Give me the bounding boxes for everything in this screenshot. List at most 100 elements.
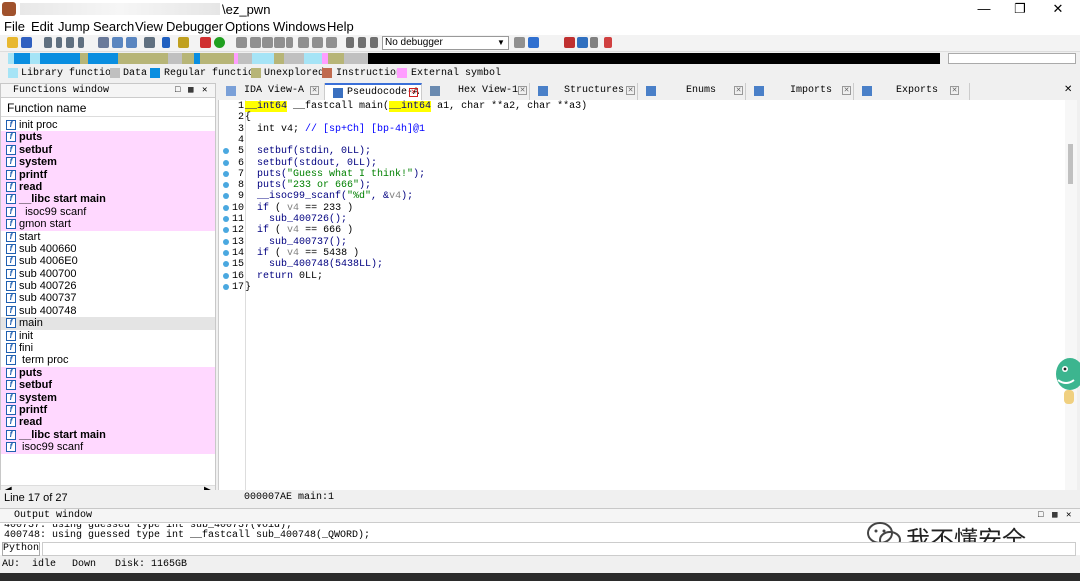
chart-icon[interactable] — [564, 37, 575, 48]
function-list-item[interactable]: f system — [1, 391, 215, 404]
close-icon[interactable]: ✕ — [202, 84, 207, 97]
function-list-item[interactable]: f sub 400660 — [1, 243, 215, 255]
code-line[interactable]: 6 setbuf(stdout, 0LL); — [219, 158, 1069, 169]
tab-close-icon[interactable]: ✕ — [310, 86, 319, 95]
run-to-icon[interactable] — [298, 37, 309, 48]
step-into-icon[interactable] — [250, 37, 261, 48]
tab-close-icon[interactable]: ✕ — [842, 86, 851, 95]
tab-imports[interactable]: Imports ✕ — [746, 83, 854, 100]
vertical-scrollbar[interactable] — [1065, 100, 1077, 490]
attach-icon[interactable] — [514, 37, 525, 48]
pin-icon[interactable]: ▦ — [1052, 509, 1057, 522]
code-line[interactable]: 8 puts("233 or 666"); — [219, 180, 1069, 191]
close-button[interactable]: ✕ — [1040, 0, 1076, 19]
step-over-icon[interactable] — [262, 37, 273, 48]
code-line[interactable]: 4 — [219, 135, 1069, 146]
code-line[interactable]: 3 int v4; // [sp+Ch] [bp-4h]@1 — [219, 124, 1069, 135]
tab-close-icon[interactable]: ✕ — [626, 86, 635, 95]
stop-icon[interactable] — [370, 37, 378, 48]
pin-icon[interactable]: ▦ — [188, 84, 193, 97]
function-list-item[interactable]: f read — [1, 416, 215, 429]
function-list-item[interactable]: f sub 4006E0 — [1, 255, 215, 267]
pin-icon[interactable] — [604, 37, 612, 48]
back-dropdown-icon[interactable] — [56, 37, 62, 48]
function-list-item[interactable]: f isoc99 scanf — [1, 441, 215, 454]
code-line[interactable]: 11 sub_400726(); — [219, 214, 1069, 225]
function-list-item[interactable]: f setbuf — [1, 143, 215, 157]
menu-edit[interactable]: Edit — [31, 19, 53, 34]
function-list-item[interactable]: f init — [1, 330, 215, 342]
menu-debugger[interactable]: Debugger — [166, 19, 223, 34]
function-list-item[interactable]: f printf — [1, 403, 215, 417]
function-list-item[interactable]: f __libc start main — [1, 193, 215, 206]
menu-search[interactable]: Search — [93, 19, 134, 34]
code-line[interactable]: 7 puts("Guess what I think!"); — [219, 169, 1069, 180]
function-list-item[interactable]: f printf — [1, 168, 215, 181]
function-list-item[interactable]: f __libc start main — [1, 428, 215, 442]
hex-icon[interactable] — [98, 37, 109, 48]
scrollbar-thumb[interactable] — [1068, 144, 1073, 184]
navigation-bar[interactable] — [8, 53, 940, 64]
function-list-item[interactable]: f sub 400737 — [1, 292, 215, 304]
python-input[interactable] — [42, 542, 1076, 556]
graph-icon[interactable] — [200, 37, 211, 48]
sync-icon[interactable] — [528, 37, 539, 48]
tab-window-close-icon[interactable]: ✕ — [1064, 84, 1072, 95]
breakpoint-icon[interactable] — [236, 37, 247, 48]
code-line[interactable]: 16 return 0LL; — [219, 271, 1069, 282]
code-line[interactable]: 5 setbuf(stdin, 0LL); — [219, 146, 1069, 157]
python-button[interactable]: Python — [2, 542, 40, 556]
trace2-icon[interactable] — [326, 37, 337, 48]
step-dropdown-icon[interactable] — [286, 37, 293, 48]
tab-close-icon[interactable]: ✕ — [950, 86, 959, 95]
pseudocode-view[interactable]: 1 __int64 __fastcall main(__int64 a1, cha… — [218, 100, 1073, 490]
debugger-select[interactable]: No debugger ▼ — [382, 36, 509, 50]
play-icon[interactable] — [346, 37, 354, 48]
step-out-icon[interactable] — [274, 37, 285, 48]
menu-file[interactable]: File — [4, 19, 25, 34]
functions-list[interactable]: f init proc f puts f setbuf f system f printf f rea… — [1, 119, 215, 484]
function-list-item[interactable]: f init proc — [1, 119, 215, 131]
code-line[interactable]: 2{ — [219, 112, 1069, 123]
function-list-item[interactable]: f sub 400700 — [1, 268, 215, 280]
function-icon[interactable] — [178, 37, 189, 48]
menu-jump[interactable]: Jump — [58, 19, 90, 34]
tab-close-icon[interactable]: ✕ — [518, 86, 527, 95]
tab-pseudocode-a[interactable]: Pseudocode-A ✕ — [325, 83, 422, 100]
save-icon[interactable] — [21, 37, 32, 48]
toolbar-more-icon[interactable] — [590, 37, 598, 48]
code-line[interactable]: 9 __isoc99_scanf("%d", &v4); — [219, 191, 1069, 202]
code-line[interactable]: 15 sub_400748(5438LL); — [219, 259, 1069, 270]
function-list-item[interactable]: f gmon start — [1, 218, 215, 231]
tab-close-icon[interactable]: ✕ — [409, 88, 418, 97]
function-name-column[interactable]: Function name — [1, 99, 215, 117]
open-icon[interactable] — [7, 37, 18, 48]
navigation-combo[interactable] — [948, 53, 1076, 64]
menu-view[interactable]: View — [135, 19, 163, 34]
float-icon[interactable]: □ — [175, 84, 180, 97]
close-icon[interactable]: ✕ — [1066, 509, 1071, 522]
code-line[interactable]: 10 if ( v4 == 233 ) — [219, 203, 1069, 214]
code-icon[interactable] — [112, 37, 123, 48]
function-list-item[interactable]: f term proc — [1, 354, 215, 366]
forward-dropdown-icon[interactable] — [78, 37, 84, 48]
tab-ida-view-a[interactable]: IDA View-A ✕ — [218, 83, 325, 100]
menu-help[interactable]: Help — [327, 19, 354, 34]
code-line[interactable]: 17} — [219, 282, 1069, 293]
code-line[interactable]: 14 if ( v4 == 5438 ) — [219, 248, 1069, 259]
pause-icon[interactable] — [358, 37, 366, 48]
minimize-button[interactable]: — — [966, 0, 1002, 19]
trace-icon[interactable] — [312, 37, 323, 48]
forward-icon[interactable] — [66, 37, 74, 48]
code-line[interactable]: 13 sub_400737(); — [219, 237, 1069, 248]
code-line[interactable]: 1 __int64 __fastcall main(__int64 a1, cha… — [219, 101, 1069, 112]
function-list-item[interactable]: f setbuf — [1, 379, 215, 392]
data-icon[interactable] — [126, 37, 137, 48]
tab-close-icon[interactable]: ✕ — [734, 86, 743, 95]
tab-enums[interactable]: Enums ✕ — [638, 83, 746, 100]
menu-windows[interactable]: Windows — [273, 19, 326, 34]
code-line[interactable]: 12 if ( v4 == 666 ) — [219, 225, 1069, 236]
maximize-button[interactable]: ❐ — [1002, 0, 1038, 19]
run-icon[interactable] — [214, 37, 225, 48]
back-icon[interactable] — [44, 37, 52, 48]
